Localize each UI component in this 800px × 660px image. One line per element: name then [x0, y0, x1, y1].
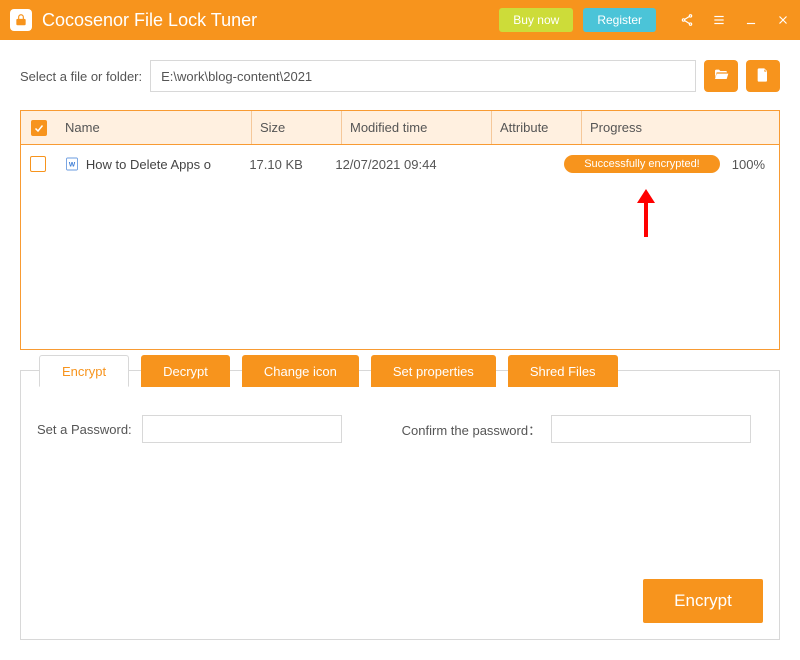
- col-attr-header[interactable]: Attribute: [492, 111, 582, 144]
- minimize-icon[interactable]: [744, 13, 758, 27]
- password-input[interactable]: [142, 415, 342, 443]
- share-icon[interactable]: [680, 13, 694, 27]
- col-name-header[interactable]: Name: [57, 111, 252, 144]
- confirm-password-input[interactable]: [551, 415, 751, 443]
- annotation-arrow-icon: [631, 189, 661, 244]
- tab-change-icon[interactable]: Change icon: [242, 355, 359, 387]
- menu-icon[interactable]: [712, 13, 726, 27]
- encrypt-button[interactable]: Encrypt: [643, 579, 763, 623]
- confirm-password-label: Confirm the password：: [402, 420, 541, 439]
- action-panel: Encrypt Decrypt Change icon Set properti…: [20, 370, 780, 640]
- close-icon[interactable]: [776, 13, 790, 27]
- password-label: Set a Password:: [37, 422, 132, 437]
- svg-text:W: W: [69, 162, 76, 169]
- path-label: Select a file or folder:: [20, 69, 142, 84]
- file-icon: [755, 67, 771, 86]
- path-input[interactable]: [150, 60, 696, 92]
- tab-set-properties[interactable]: Set properties: [371, 355, 496, 387]
- progress-status: Successfully encrypted!: [564, 155, 720, 173]
- titlebar: Cocosenor File Lock Tuner Buy now Regist…: [0, 0, 800, 40]
- path-row: Select a file or folder:: [20, 60, 780, 92]
- select-all-checkbox[interactable]: [31, 120, 47, 136]
- word-doc-icon: W: [64, 156, 80, 172]
- browse-folder-button[interactable]: [704, 60, 738, 92]
- folder-open-icon: [713, 67, 729, 86]
- table-row[interactable]: W How to Delete Apps o 17.10 KB 12/07/20…: [21, 145, 779, 183]
- tab-encrypt[interactable]: Encrypt: [39, 355, 129, 387]
- col-size-header[interactable]: Size: [252, 111, 342, 144]
- app-logo-icon: [10, 9, 32, 31]
- col-time-header[interactable]: Modified time: [342, 111, 492, 144]
- tab-shred-files[interactable]: Shred Files: [508, 355, 618, 387]
- tab-decrypt[interactable]: Decrypt: [141, 355, 230, 387]
- file-name: How to Delete Apps o: [86, 157, 211, 172]
- file-time: 12/07/2021 09:44: [327, 145, 470, 183]
- register-button[interactable]: Register: [583, 8, 656, 32]
- buy-now-button[interactable]: Buy now: [499, 8, 573, 32]
- table-header: Name Size Modified time Attribute Progre…: [21, 111, 779, 145]
- file-attr: [470, 145, 556, 183]
- progress-percent: 100%: [732, 157, 771, 172]
- app-title: Cocosenor File Lock Tuner: [42, 10, 257, 31]
- col-progress-header[interactable]: Progress: [582, 111, 779, 144]
- tabs: Encrypt Decrypt Change icon Set properti…: [39, 355, 618, 387]
- browse-file-button[interactable]: [746, 60, 780, 92]
- row-checkbox[interactable]: [30, 156, 46, 172]
- table-body: W How to Delete Apps o 17.10 KB 12/07/20…: [21, 145, 779, 349]
- file-size: 17.10 KB: [241, 145, 327, 183]
- file-table: Name Size Modified time Attribute Progre…: [20, 110, 780, 350]
